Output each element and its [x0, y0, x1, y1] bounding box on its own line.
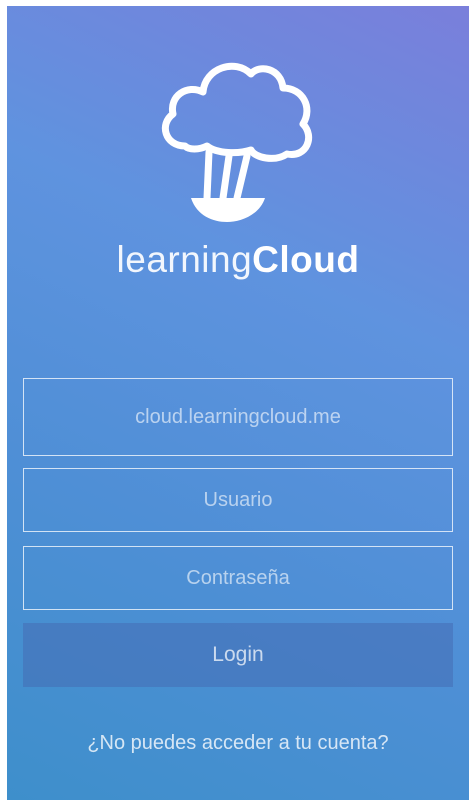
brand-title: learningCloud: [7, 236, 469, 284]
password-field[interactable]: [23, 546, 453, 610]
username-field[interactable]: [23, 468, 453, 532]
brand-title-light: learning: [116, 239, 253, 280]
password-input[interactable]: [24, 546, 452, 610]
login-button[interactable]: Login: [23, 623, 453, 687]
login-screen: learningCloud Login ¿No puedes acceder a…: [7, 6, 469, 800]
server-field[interactable]: [23, 378, 453, 456]
username-input[interactable]: [24, 468, 452, 532]
cloud-balloon-icon: [161, 62, 312, 222]
forgot-account-link[interactable]: ¿No puedes acceder a tu cuenta?: [7, 732, 469, 755]
server-input[interactable]: [24, 378, 452, 456]
logo: [7, 46, 469, 226]
brand-title-bold: Cloud: [252, 239, 360, 280]
